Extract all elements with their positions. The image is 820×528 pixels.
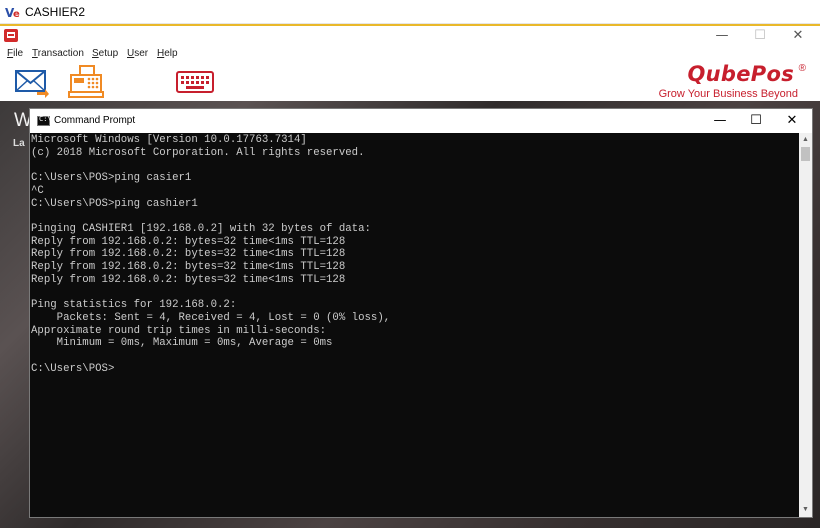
- scroll-down-arrow-icon[interactable]: ▼: [799, 503, 812, 517]
- cmd-line: [31, 286, 800, 299]
- scroll-thumb[interactable]: [801, 147, 810, 161]
- cmd-console[interactable]: Microsoft Windows [Version 10.0.17763.73…: [30, 133, 800, 517]
- brand-tagline: Grow Your Business Beyond: [658, 88, 798, 100]
- menu-help[interactable]: Help: [157, 48, 178, 59]
- app-minimize-button[interactable]: —: [710, 28, 734, 44]
- cmd-minimize-button[interactable]: —: [702, 109, 738, 133]
- cmd-line: Microsoft Windows [Version 10.0.17763.73…: [31, 134, 307, 146]
- cmd-line: (c) 2018 Microsoft Corporation. All righ…: [31, 146, 365, 159]
- cmd-line: Reply from 192.168.0.2: bytes=32 time<1m…: [31, 235, 346, 248]
- cmd-icon: C:\: [37, 115, 52, 126]
- cmd-titlebar[interactable]: C:\ Command Prompt — ☐ ✕: [30, 109, 812, 133]
- cmd-line: C:\Users\POS>ping cashier1: [31, 197, 198, 210]
- menu-transaction[interactable]: Transaction: [32, 48, 84, 59]
- cash-register-icon[interactable]: [68, 65, 104, 99]
- cmd-line: Reply from 192.168.0.2: bytes=32 time<1m…: [31, 273, 346, 286]
- menu-file[interactable]: File: [7, 48, 23, 59]
- cmd-maximize-button[interactable]: ☐: [738, 109, 774, 133]
- mail-icon[interactable]: [15, 68, 49, 98]
- brand-logo: QubePos ® Grow Your Business Beyond: [636, 62, 806, 102]
- brand-registered-mark: ®: [798, 63, 806, 74]
- cmd-line: Reply from 192.168.0.2: bytes=32 time<1m…: [31, 261, 346, 274]
- cmd-line: Packets: Sent = 4, Received = 4, Lost = …: [31, 311, 391, 324]
- cmd-line: [31, 350, 800, 363]
- cmd-line: C:\Users\POS>ping casier1: [31, 172, 192, 185]
- cmd-line: Minimum = 0ms, Maximum = 0ms, Average = …: [31, 337, 333, 350]
- cmd-line: ^C: [31, 184, 44, 197]
- app-close-button[interactable]: ✕: [786, 28, 810, 44]
- cmd-output: Microsoft Windows [Version 10.0.17763.73…: [30, 134, 800, 375]
- cmd-line: C:\Users\POS>: [31, 362, 115, 375]
- command-prompt-window[interactable]: C:\ Command Prompt — ☐ ✕ Microsoft Windo…: [29, 108, 813, 518]
- vnc-logo-icon: V e: [5, 4, 21, 20]
- background-subtext: La: [13, 138, 25, 149]
- cmd-title: Command Prompt: [54, 115, 136, 126]
- brand-name: QubePos: [687, 62, 794, 86]
- cmd-scrollbar[interactable]: ▲ ▼: [799, 133, 812, 517]
- menu-user[interactable]: User: [127, 48, 148, 59]
- cmd-line: Approximate round trip times in milli-se…: [31, 324, 327, 337]
- scroll-up-arrow-icon[interactable]: ▲: [799, 133, 812, 147]
- cmd-line: [31, 210, 800, 223]
- menu-setup[interactable]: Setup: [92, 48, 118, 59]
- cmd-close-button[interactable]: ✕: [774, 109, 810, 133]
- cmd-line: Pinging CASHIER1 [192.168.0.2] with 32 b…: [31, 222, 371, 235]
- cmd-line: Ping statistics for 192.168.0.2:: [31, 299, 237, 312]
- cmd-line: [31, 159, 800, 172]
- outer-window-title: CASHIER2: [25, 5, 86, 19]
- cmd-line: Reply from 192.168.0.2: bytes=32 time<1m…: [31, 248, 346, 261]
- app-icon: [4, 29, 18, 42]
- outer-titlebar: V e CASHIER2: [0, 0, 820, 24]
- keyboard-icon[interactable]: [176, 71, 214, 93]
- app-maximize-button[interactable]: ☐: [748, 28, 772, 44]
- svg-text:e: e: [13, 9, 20, 20]
